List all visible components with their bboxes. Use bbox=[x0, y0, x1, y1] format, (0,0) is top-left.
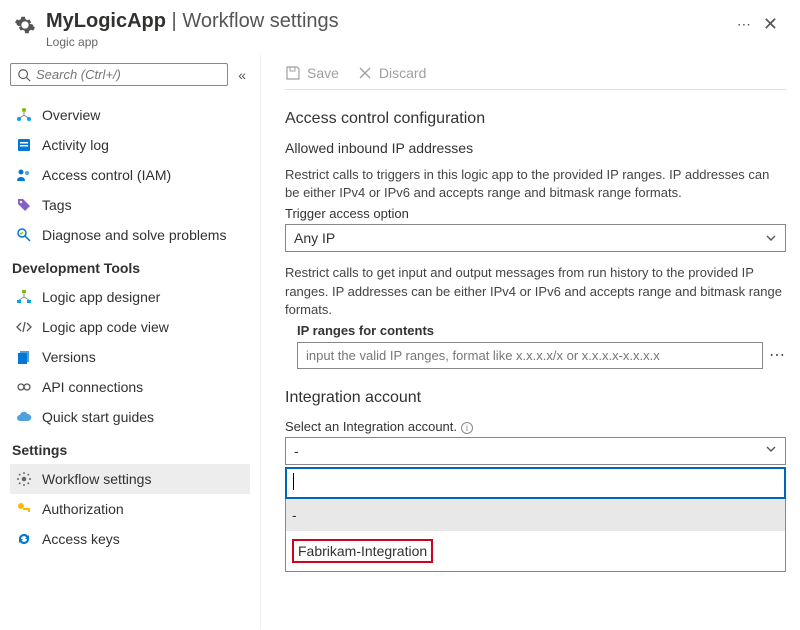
search-input-wrap[interactable] bbox=[10, 63, 228, 86]
sidebar-group-settings: Settings bbox=[10, 432, 250, 464]
close-icon[interactable]: ✕ bbox=[757, 10, 784, 39]
designer-icon bbox=[16, 289, 32, 305]
sidebar-item-label: Versions bbox=[42, 349, 96, 365]
trigger-select[interactable]: Any IP bbox=[285, 224, 786, 252]
main-content: Save Discard Access control configuratio… bbox=[260, 55, 800, 629]
trigger-value: Any IP bbox=[294, 230, 335, 246]
code-icon bbox=[16, 319, 32, 335]
highlight-box: Fabrikam-Integration bbox=[292, 539, 433, 563]
sidebar-item-api[interactable]: API connections bbox=[10, 372, 250, 402]
trigger-desc: Restrict calls to triggers in this logic… bbox=[285, 166, 786, 202]
log-icon bbox=[16, 137, 32, 153]
text-cursor bbox=[293, 473, 294, 490]
branch-icon bbox=[16, 107, 32, 123]
integration-label-text: Select an Integration account. bbox=[285, 419, 457, 434]
title-page: Workflow settings bbox=[182, 10, 338, 32]
sidebar-item-diagnose[interactable]: Diagnose and solve problems bbox=[10, 220, 250, 250]
sidebar-item-label: Access control (IAM) bbox=[42, 167, 171, 183]
trigger-label: Trigger access option bbox=[285, 206, 786, 221]
integration-select[interactable]: - bbox=[285, 437, 786, 465]
sidebar-item-label: Overview bbox=[42, 107, 100, 123]
sidebar-item-label: Quick start guides bbox=[42, 409, 154, 425]
ip-ranges-input[interactable]: input the valid IP ranges, format like x… bbox=[297, 342, 763, 369]
gear-icon bbox=[14, 14, 36, 36]
integration-filter-input[interactable] bbox=[285, 467, 786, 499]
sidebar-item-activity[interactable]: Activity log bbox=[10, 130, 250, 160]
people-icon bbox=[16, 167, 32, 183]
refresh-icon bbox=[16, 531, 32, 547]
section-integration: Integration account bbox=[285, 389, 786, 407]
chevron-down-icon bbox=[765, 443, 777, 455]
integration-value: - bbox=[294, 443, 299, 459]
cloud-icon bbox=[16, 409, 32, 425]
sidebar-item-keys[interactable]: Access keys bbox=[10, 524, 250, 554]
search-input[interactable] bbox=[36, 67, 221, 82]
sidebar-item-workflow[interactable]: Workflow settings bbox=[10, 464, 250, 494]
discard-label: Discard bbox=[379, 65, 426, 81]
sidebar-item-label: Tags bbox=[42, 197, 72, 213]
sidebar-item-label: API connections bbox=[42, 379, 143, 395]
discard-button[interactable]: Discard bbox=[357, 65, 426, 81]
title-block: MyLogicApp | Workflow settings Logic app bbox=[46, 10, 731, 49]
save-button[interactable]: Save bbox=[285, 65, 339, 81]
dropdown-item-blank[interactable]: - bbox=[286, 499, 785, 531]
resource-type: Logic app bbox=[46, 35, 731, 49]
dropdown-item-fabrikam[interactable]: Fabrikam-Integration bbox=[286, 531, 785, 571]
sidebar-item-iam[interactable]: Access control (IAM) bbox=[10, 160, 250, 190]
sidebar-item-code[interactable]: Logic app code view bbox=[10, 312, 250, 342]
sidebar-item-quickstart[interactable]: Quick start guides bbox=[10, 402, 250, 432]
page-title: MyLogicApp | Workflow settings bbox=[46, 10, 731, 33]
save-label: Save bbox=[307, 65, 339, 81]
search-icon bbox=[17, 68, 31, 82]
ip-placeholder: input the valid IP ranges, format like x… bbox=[306, 348, 660, 363]
integration-label: Select an Integration account. i bbox=[285, 419, 786, 434]
gear-small-icon bbox=[16, 471, 32, 487]
sidebar-item-label: Diagnose and solve problems bbox=[42, 227, 226, 243]
sidebar-item-label: Activity log bbox=[42, 137, 109, 153]
blade-header: MyLogicApp | Workflow settings Logic app… bbox=[0, 0, 800, 55]
versions-icon bbox=[16, 349, 32, 365]
sidebar-item-designer[interactable]: Logic app designer bbox=[10, 282, 250, 312]
sidebar-item-label: Workflow settings bbox=[42, 471, 151, 487]
tag-icon bbox=[16, 197, 32, 213]
allowed-ip-heading: Allowed inbound IP addresses bbox=[285, 140, 786, 156]
sidebar-item-label: Logic app code view bbox=[42, 319, 169, 335]
ip-more-icon[interactable]: ⋯ bbox=[769, 345, 786, 365]
more-icon[interactable]: ⋯ bbox=[731, 10, 757, 39]
sidebar-item-overview[interactable]: Overview bbox=[10, 100, 250, 130]
sidebar-item-label: Logic app designer bbox=[42, 289, 160, 305]
sidebar-group-dev: Development Tools bbox=[10, 250, 250, 282]
diagnose-icon bbox=[16, 227, 32, 243]
section-access-control: Access control configuration bbox=[285, 110, 786, 128]
sidebar-item-label: Access keys bbox=[42, 531, 120, 547]
sidebar: « Overview Activity log Access control (… bbox=[0, 55, 260, 629]
sidebar-item-auth[interactable]: Authorization bbox=[10, 494, 250, 524]
key-icon bbox=[16, 501, 32, 517]
ip-ranges-label: IP ranges for contents bbox=[285, 323, 786, 338]
title-sep: | bbox=[166, 10, 182, 32]
collapse-icon[interactable]: « bbox=[234, 67, 250, 83]
content-desc: Restrict calls to get input and output m… bbox=[285, 264, 786, 319]
api-icon bbox=[16, 379, 32, 395]
dropdown-label: Fabrikam-Integration bbox=[298, 543, 427, 559]
app-name: MyLogicApp bbox=[46, 10, 166, 32]
sidebar-item-versions[interactable]: Versions bbox=[10, 342, 250, 372]
toolbar: Save Discard bbox=[285, 55, 786, 90]
integration-dropdown: - Fabrikam-Integration bbox=[285, 499, 786, 572]
chevron-down-icon bbox=[765, 232, 777, 244]
dropdown-label: - bbox=[292, 507, 297, 523]
sidebar-item-tags[interactable]: Tags bbox=[10, 190, 250, 220]
sidebar-item-label: Authorization bbox=[42, 501, 124, 517]
info-icon[interactable]: i bbox=[461, 422, 473, 434]
